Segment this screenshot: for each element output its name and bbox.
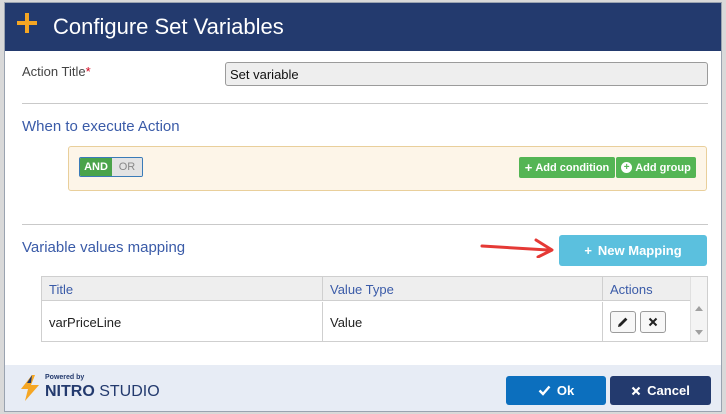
close-icon — [648, 317, 658, 327]
plus-circle-icon: + — [621, 162, 633, 173]
condition-builder: AND OR + Add condition + Add group — [68, 146, 707, 191]
cancel-button[interactable]: Cancel — [610, 376, 711, 405]
required-marker: * — [85, 64, 91, 79]
add-group-button[interactable]: + Add group — [616, 157, 696, 178]
lightning-bolt-icon — [21, 375, 39, 401]
divider — [22, 224, 708, 225]
scroll-down-arrow-icon[interactable] — [695, 330, 703, 335]
table-row: varPriceLine Value — [42, 302, 691, 342]
nitro-studio-logo: Powered by NITRO STUDIO — [19, 373, 160, 405]
column-header-value-type: Value Type — [323, 277, 603, 301]
column-header-title: Title — [42, 277, 323, 301]
toggle-or[interactable]: OR — [112, 158, 142, 176]
and-or-toggle[interactable]: AND OR — [79, 157, 143, 177]
plus-icon: + — [584, 243, 592, 258]
plus-icon — [17, 13, 37, 33]
cancel-label: Cancel — [647, 383, 690, 398]
ok-label: Ok — [556, 383, 575, 398]
add-condition-button[interactable]: + Add condition — [519, 157, 615, 178]
ok-button[interactable]: Ok — [506, 376, 606, 405]
dialog-header: Configure Set Variables — [5, 3, 721, 51]
check-icon — [538, 385, 551, 396]
edit-button[interactable] — [610, 311, 636, 333]
mapping-table: Title Value Type Actions varPriceLine Va… — [41, 276, 708, 342]
annotation-arrow-icon — [480, 238, 554, 258]
when-to-execute-heading: When to execute Action — [22, 118, 180, 135]
toggle-and[interactable]: AND — [80, 158, 112, 176]
dialog-title: Configure Set Variables — [53, 14, 284, 39]
divider — [22, 103, 708, 104]
brand-name: NITRO STUDIO — [45, 383, 160, 400]
column-header-actions: Actions — [610, 281, 653, 297]
new-mapping-button[interactable]: + New Mapping — [559, 235, 707, 266]
action-title-label: Action Title* — [22, 64, 91, 79]
dialog-footer: Powered by NITRO STUDIO Ok Cancel — [5, 365, 721, 411]
add-condition-label: Add condition — [535, 161, 610, 174]
close-icon — [631, 386, 641, 395]
action-title-input[interactable] — [225, 62, 708, 86]
variable-mapping-heading: Variable values mapping — [22, 239, 186, 256]
powered-by-text: Powered by — [45, 374, 85, 381]
cell-title: varPriceLine — [42, 302, 323, 342]
delete-button[interactable] — [640, 311, 666, 333]
add-group-label: Add group — [635, 161, 691, 174]
table-header: Title Value Type Actions — [42, 277, 691, 301]
pencil-icon — [618, 317, 628, 327]
table-scrollbar[interactable] — [690, 277, 707, 341]
cell-value-type: Value — [323, 302, 603, 342]
scroll-up-arrow-icon[interactable] — [695, 306, 703, 311]
configure-set-variables-dialog: Configure Set Variables Action Title* Wh… — [4, 2, 722, 412]
plus-icon: + — [524, 160, 533, 175]
cell-actions — [603, 302, 691, 342]
new-mapping-label: New Mapping — [597, 243, 682, 258]
